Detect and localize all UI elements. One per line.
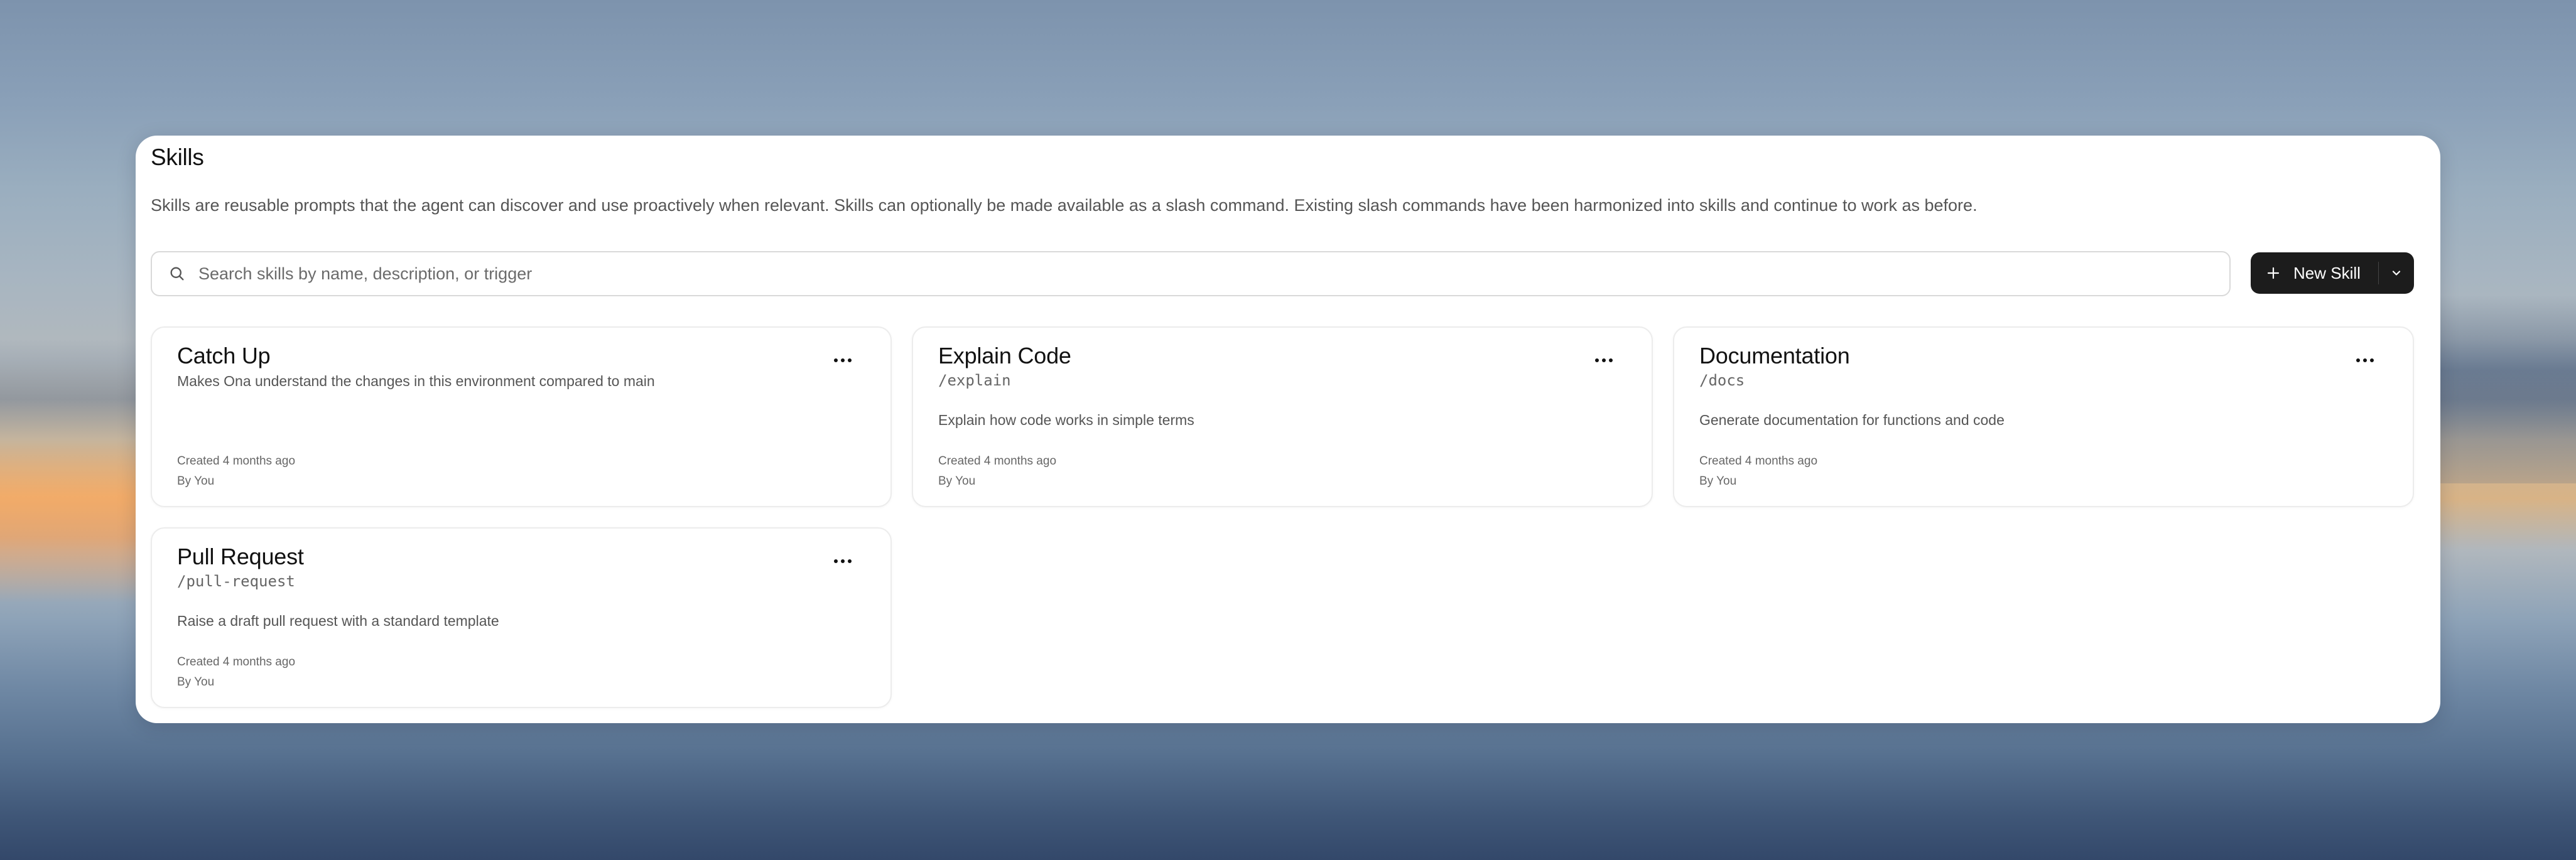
skill-author: By You xyxy=(177,475,215,488)
search-bar[interactable] xyxy=(151,251,2231,296)
chevron-down-icon[interactable] xyxy=(2379,267,2414,279)
skill-trigger: /docs xyxy=(1699,372,1745,389)
more-options-icon[interactable] xyxy=(830,353,855,368)
skill-created: Created 4 months ago xyxy=(938,454,1057,468)
page-title: Skills xyxy=(151,144,204,170)
skills-panel: Skills Skills are reusable prompts that … xyxy=(136,136,2440,723)
skill-created: Created 4 months ago xyxy=(177,454,296,468)
skill-description: Explain how code works in simple terms xyxy=(938,412,1194,428)
new-skill-label: New Skill xyxy=(2293,263,2361,282)
skill-trigger: /pull-request xyxy=(177,572,295,590)
more-options-icon[interactable] xyxy=(1591,353,1616,368)
page-description: Skills are reusable prompts that the age… xyxy=(151,196,1978,215)
skill-description: Generate documentation for functions and… xyxy=(1699,412,2005,428)
skill-name: Catch Up xyxy=(177,343,271,368)
skill-created: Created 4 months ago xyxy=(177,655,296,669)
skill-name: Pull Request xyxy=(177,544,304,569)
plus-icon xyxy=(2266,265,2282,281)
skill-author: By You xyxy=(938,475,976,488)
skill-created: Created 4 months ago xyxy=(1699,454,1818,468)
skill-author: By You xyxy=(1699,475,1737,488)
skill-card-catch-up[interactable]: Catch Up Makes Ona understand the change… xyxy=(151,326,892,507)
skill-trigger: /explain xyxy=(938,372,1011,389)
more-options-icon[interactable] xyxy=(2352,353,2378,368)
skill-name: Documentation xyxy=(1699,343,1850,368)
more-options-icon[interactable] xyxy=(830,554,855,569)
skill-card-pull-request[interactable]: Pull Request /pull-request Raise a draft… xyxy=(151,527,892,708)
skill-description: Raise a draft pull request with a standa… xyxy=(177,613,499,629)
skill-author: By You xyxy=(177,675,215,689)
search-icon xyxy=(168,264,187,283)
skill-name: Explain Code xyxy=(938,343,1071,368)
search-input[interactable] xyxy=(198,264,2145,284)
skill-description: Makes Ona understand the changes in this… xyxy=(177,373,655,389)
new-skill-button[interactable]: New Skill xyxy=(2251,252,2414,294)
skill-card-documentation[interactable]: Documentation /docs Generate documentati… xyxy=(1673,326,2414,507)
skill-card-explain-code[interactable]: Explain Code /explain Explain how code w… xyxy=(912,326,1653,507)
